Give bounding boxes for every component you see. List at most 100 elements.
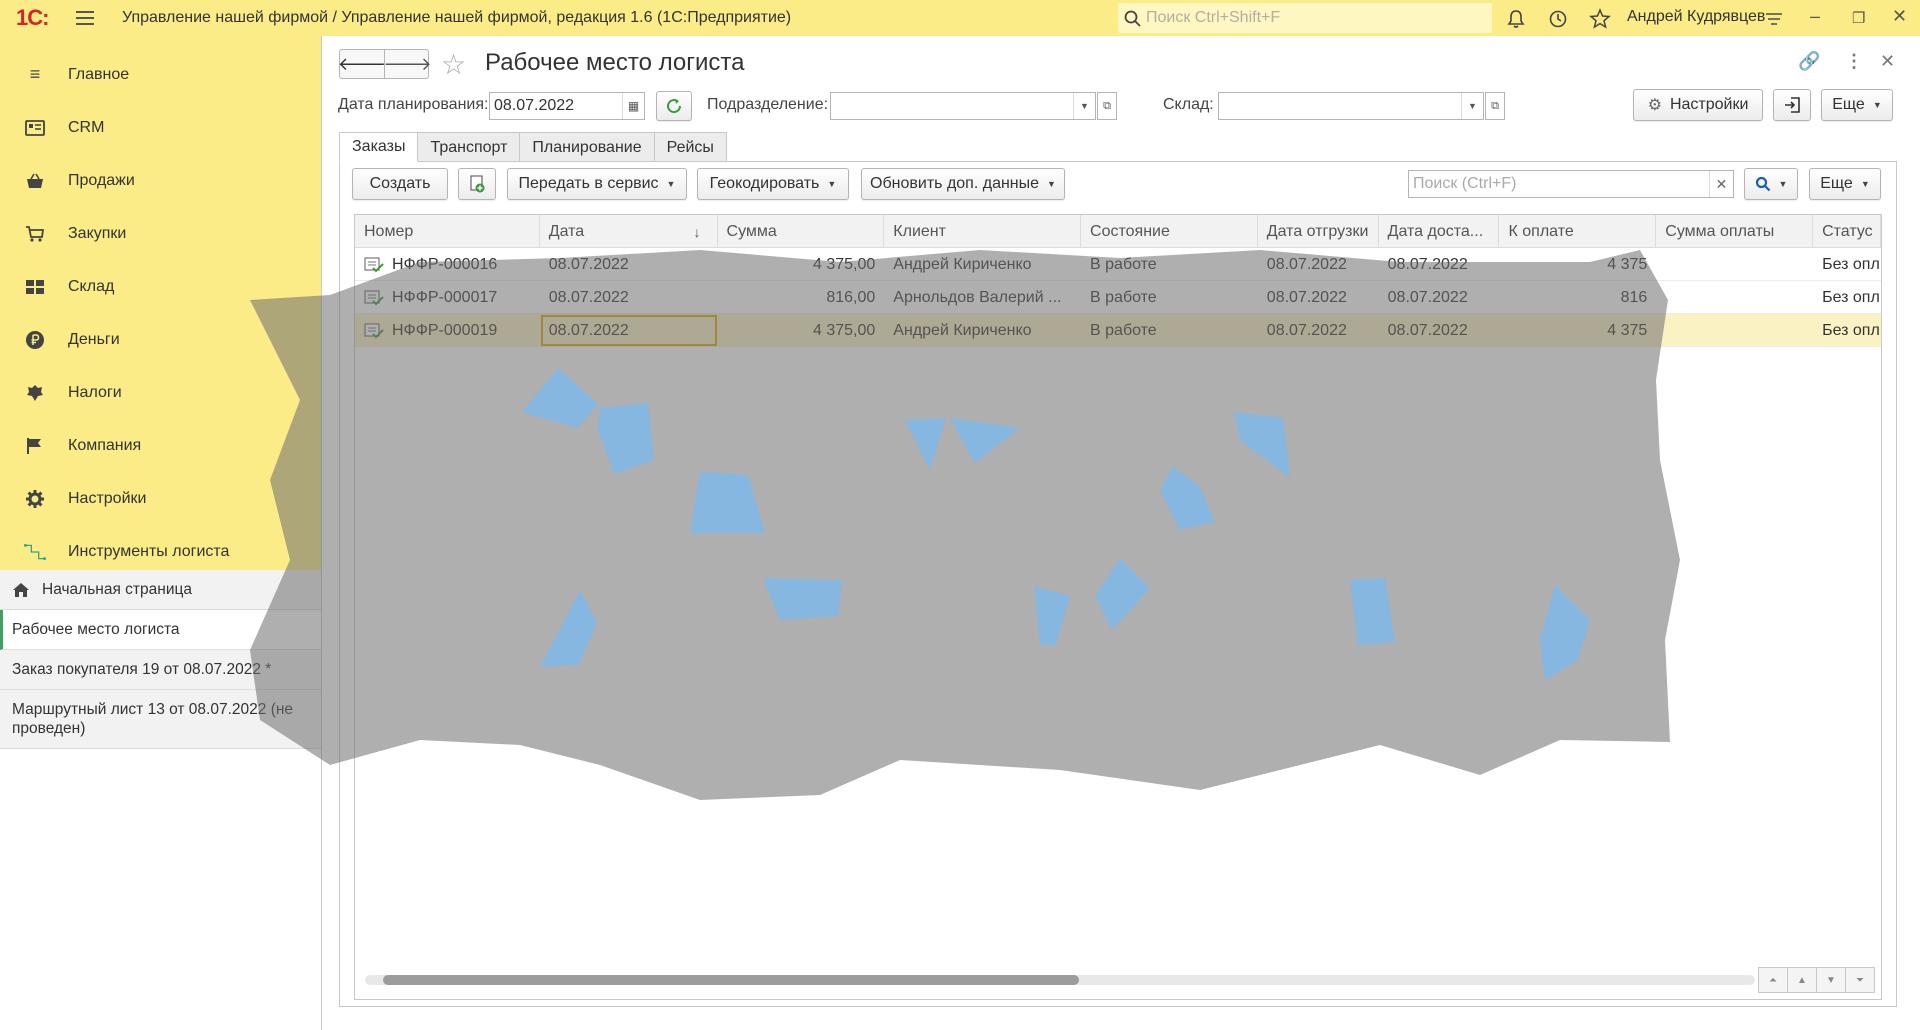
chevron-down-icon[interactable]: ▼	[1073, 93, 1095, 119]
section-sales[interactable]: Продажи	[0, 154, 321, 207]
history-icon[interactable]	[1547, 8, 1569, 30]
minimize-icon[interactable]: –	[1810, 6, 1820, 27]
create-button[interactable]: Создать	[352, 168, 448, 200]
cart-icon	[24, 223, 46, 245]
more-button[interactable]: Еще ▼	[1821, 89, 1893, 121]
refresh-button[interactable]	[656, 91, 692, 121]
tab-transport[interactable]: Транспорт	[417, 132, 521, 162]
favorite-star-icon[interactable]: ☆	[441, 48, 466, 81]
open-windows-list: Начальная страница Рабочее место логиста…	[0, 570, 321, 749]
planning-date-field[interactable]: 08.07.2022 ▦	[489, 92, 645, 120]
close-window-icon[interactable]: ✕	[1892, 6, 1907, 27]
cell-ship-date: 08.07.2022	[1266, 288, 1347, 306]
search-button[interactable]: ▼	[1744, 168, 1798, 200]
table-row[interactable]: НФФР-000016 08.07.2022 4 375,00 Андрей К…	[355, 248, 1881, 281]
table-search-input[interactable]: Поиск (Ctrl+F) ✕	[1408, 170, 1734, 198]
settings-lines-icon[interactable]	[1763, 8, 1785, 30]
section-company[interactable]: Компания	[0, 419, 321, 472]
exit-button[interactable]	[1773, 89, 1811, 121]
column-delivery-date[interactable]: Дата доста...	[1379, 215, 1500, 248]
cell-delivery-date: 08.07.2022	[1387, 321, 1468, 339]
cell-status: Без опл	[1822, 288, 1880, 306]
section-purchases[interactable]: Закупки	[0, 207, 321, 260]
geocode-button[interactable]: Геокодировать ▼	[697, 168, 849, 200]
section-main[interactable]: ≡ Главное	[0, 48, 321, 101]
bell-icon[interactable]	[1505, 8, 1527, 30]
settings-button[interactable]: ⚙ Настройки	[1633, 89, 1763, 121]
open-window-home[interactable]: Начальная страница	[0, 570, 321, 610]
restore-icon[interactable]: ❐	[1852, 9, 1865, 27]
table-more-button[interactable]: Еще ▼	[1809, 168, 1881, 200]
column-paid-sum[interactable]: Сумма оплаты	[1656, 215, 1814, 248]
page-up-icon[interactable]: ▲	[1787, 967, 1817, 993]
open-division-icon[interactable]: ⧉	[1097, 92, 1117, 120]
chevron-down-icon: ▼	[827, 179, 837, 189]
clear-search-icon[interactable]: ✕	[1709, 171, 1733, 197]
gear-icon: ⚙	[1647, 97, 1662, 114]
column-ship-date[interactable]: Дата отгрузки	[1258, 215, 1379, 248]
history-nav: 🡐 🡒	[338, 49, 432, 79]
open-window-customer-order[interactable]: Заказ покупателя 19 от 08.07.2022 *	[0, 650, 321, 690]
cell-to-pay: 4 375	[1607, 321, 1648, 339]
cell-date-focused[interactable]: 08.07.2022	[540, 314, 718, 347]
cell-status: Без опл	[1822, 321, 1880, 339]
section-warehouse[interactable]: Склад	[0, 260, 321, 313]
order-number: НФФР-000017	[392, 288, 498, 306]
open-window-route-sheet[interactable]: Маршрутный лист 13 от 08.07.2022 (не про…	[0, 690, 321, 749]
scrollbar-thumb[interactable]	[383, 975, 1079, 985]
column-to-pay[interactable]: К оплате	[1499, 215, 1657, 248]
column-number[interactable]: Номер	[355, 215, 540, 248]
1c-logo: 1С:	[16, 5, 49, 30]
open-warehouse-icon[interactable]: ⧉	[1485, 92, 1505, 120]
open-window-label: Заказ покупателя 19 от 08.07.2022 *	[12, 661, 272, 678]
column-state[interactable]: Состояние	[1081, 215, 1258, 248]
section-settings[interactable]: Настройки	[0, 472, 321, 525]
global-search-input[interactable]: Поиск Ctrl+Shift+F	[1118, 3, 1492, 33]
search-icon	[1124, 10, 1141, 27]
section-crm[interactable]: CRM	[0, 101, 321, 154]
cell-to-pay: 4 375	[1607, 255, 1648, 273]
tab-planning[interactable]: Планирование	[519, 132, 655, 162]
order-number: НФФР-000016	[392, 255, 498, 273]
column-client[interactable]: Клиент	[884, 215, 1082, 248]
send-to-service-button[interactable]: Передать в сервис ▼	[507, 168, 687, 200]
copy-button[interactable]	[458, 168, 496, 200]
table-row[interactable]: НФФР-000017 08.07.2022 816,00 Арнольдов …	[355, 281, 1881, 314]
favorites-star-icon[interactable]	[1589, 8, 1611, 30]
more-vertical-icon[interactable]: ⋮	[1845, 51, 1863, 72]
horizontal-scrollbar[interactable]	[365, 975, 1755, 985]
division-field[interactable]: ▼	[830, 92, 1096, 120]
chevron-down-icon[interactable]: ▼	[1461, 93, 1483, 119]
warehouse-field[interactable]: ▼	[1218, 92, 1484, 120]
link-icon[interactable]: 🔗	[1798, 51, 1820, 72]
column-date[interactable]: Дата ↓	[540, 215, 718, 248]
first-page-icon[interactable]: ⏶	[1758, 967, 1788, 993]
page-down-icon[interactable]: ▼	[1816, 967, 1846, 993]
calendar-icon[interactable]: ▦	[622, 93, 644, 119]
forward-arrow-icon[interactable]: 🡒	[383, 50, 431, 78]
tab-orders[interactable]: Заказы	[339, 132, 419, 162]
back-arrow-icon[interactable]: 🡐	[338, 50, 386, 78]
cell-delivery-date: 08.07.2022	[1387, 255, 1468, 273]
search-icon	[1755, 176, 1770, 192]
table-row-selected[interactable]: НФФР-000019 08.07.2022 4 375,00 Андрей К…	[355, 314, 1881, 347]
column-status[interactable]: Статус	[1813, 215, 1881, 248]
column-sum[interactable]: Сумма	[718, 215, 885, 248]
chevron-down-icon: ▼	[1872, 100, 1882, 110]
menu-lines-icon: ≡	[29, 64, 41, 84]
open-window-logistics-workplace[interactable]: Рабочее место логиста	[0, 610, 321, 650]
last-page-icon[interactable]: ⏷	[1845, 967, 1875, 993]
section-taxes[interactable]: Налоги	[0, 366, 321, 419]
settings-button-label: Настройки	[1669, 96, 1749, 113]
tab-trips[interactable]: Рейсы	[653, 132, 727, 162]
close-form-icon[interactable]: ✕	[1880, 51, 1895, 72]
update-data-button[interactable]: Обновить доп. данные ▼	[861, 168, 1065, 200]
section-money[interactable]: Деньги	[0, 313, 321, 366]
chevron-down-icon: ▼	[1047, 179, 1056, 189]
user-name[interactable]: Андрей Кудрявцев	[1627, 8, 1765, 26]
main-menu-icon[interactable]	[76, 11, 94, 25]
route-icon	[24, 541, 46, 563]
section-label: Компания	[68, 436, 142, 454]
cell-status: Без опл	[1822, 255, 1880, 273]
basket-icon	[24, 170, 46, 192]
